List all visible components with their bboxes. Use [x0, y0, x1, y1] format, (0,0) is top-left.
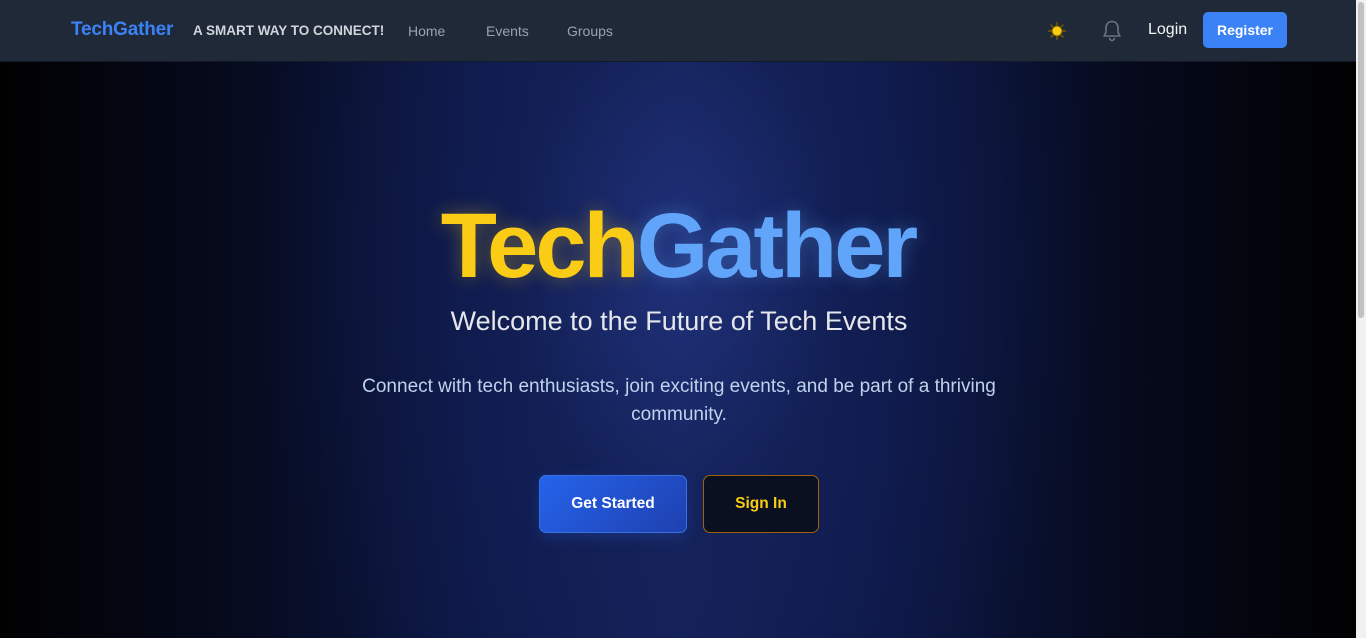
hero-description: Connect with tech enthusiasts, join exci… — [362, 376, 996, 425]
hero-title: TechGather — [0, 200, 1356, 292]
nav-link-groups[interactable]: Groups — [567, 23, 613, 39]
hero-subtitle: Welcome to the Future of Tech Events — [450, 306, 908, 336]
page: TechGather A SMART WAY TO CONNECT! Home … — [0, 0, 1366, 638]
brand-logo[interactable]: TechGather — [71, 19, 173, 41]
scrollbar-thumb[interactable] — [1358, 2, 1364, 318]
brand-tagline: A SMART WAY TO CONNECT! — [193, 23, 385, 38]
top-navbar: TechGather A SMART WAY TO CONNECT! Home … — [0, 0, 1356, 62]
bell-icon[interactable] — [1101, 19, 1123, 43]
hero-title-part-gather: Gather — [636, 195, 919, 297]
register-button[interactable]: Register — [1203, 12, 1287, 48]
nav-link-home[interactable]: Home — [408, 23, 445, 39]
nav-link-events[interactable]: Events — [486, 23, 529, 39]
sun-icon[interactable] — [1047, 21, 1067, 41]
hero-section: TechGather Welcome to the Future of Tech… — [0, 62, 1356, 638]
login-link[interactable]: Login — [1148, 21, 1187, 39]
vertical-scrollbar[interactable] — [1356, 0, 1366, 638]
hero-title-part-tech: Tech — [440, 195, 640, 297]
sign-in-button[interactable]: Sign In — [703, 475, 819, 533]
get-started-button[interactable]: Get Started — [539, 475, 687, 533]
